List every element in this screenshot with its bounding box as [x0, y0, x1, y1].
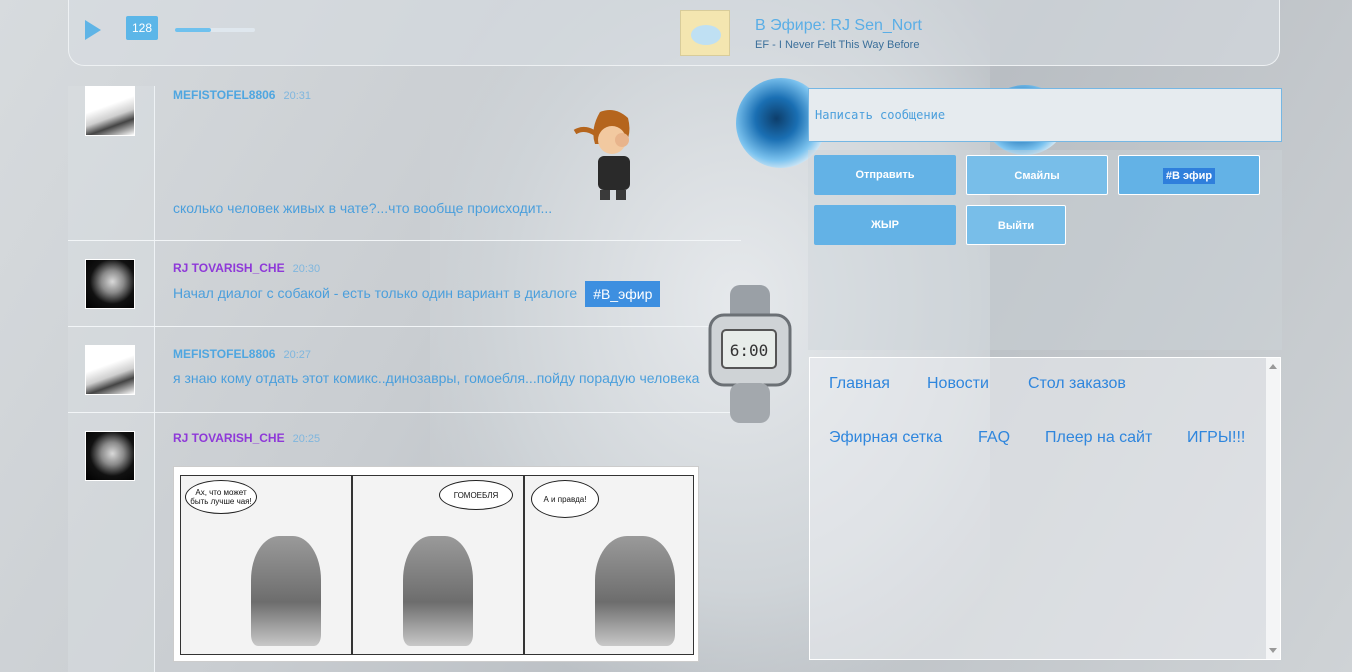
chat-message: RJ TOVARISH_CHE 20:30 Начал диалог с соба…: [68, 241, 741, 327]
wristwatch-artwork: 6:00: [708, 285, 792, 423]
send-button-label: Отправить: [855, 169, 915, 181]
dinosaur-comic-image[interactable]: Ах, что может быть лучше чая! ГОМОЕБЛЯ А…: [173, 466, 699, 662]
message-text: сколько человек живых в чате?...что вооб…: [173, 200, 553, 216]
smiles-button-label: Смайлы: [1014, 170, 1060, 182]
message-body: MEFISTOFEL8806 20:31 сколько человек живы…: [173, 86, 741, 216]
comic-bubble: А и правда!: [531, 480, 599, 518]
now-playing-track: EF - I Never Felt This Way Before: [755, 39, 920, 51]
zhyr-button[interactable]: ЖЫР: [814, 205, 956, 245]
message-compose-box: [808, 88, 1282, 142]
now-playing-title: В Эфире: RJ Sen_Nort: [755, 17, 922, 34]
message-nick[interactable]: RJ TOVARISH_CHE: [173, 261, 285, 275]
volume-slider-fill: [175, 28, 211, 32]
nav-link-home[interactable]: Главная: [829, 375, 890, 393]
message-time: 20:31: [283, 90, 312, 102]
smiles-button[interactable]: Смайлы: [966, 155, 1108, 195]
comic-panel: ГОМОЕБЛЯ: [352, 475, 524, 655]
avatar-cell: [68, 327, 155, 412]
avatar[interactable]: [85, 431, 135, 481]
message-nick[interactable]: RJ TOVARISH_CHE: [173, 431, 285, 445]
message-time: 20:25: [292, 433, 321, 445]
volume-slider[interactable]: [175, 28, 255, 32]
chat-message: MEFISTOFEL8806 20:31 сколько человек живы…: [68, 86, 741, 241]
message-nick[interactable]: MEFISTOFEL8806: [173, 347, 275, 361]
site-navigation: Главная Новости Стол заказов Эфирная сет…: [809, 357, 1281, 660]
chat-message: MEFISTOFEL8806 20:27 я знаю кому отдать э…: [68, 327, 741, 413]
zhyr-button-label: ЖЫР: [870, 219, 900, 231]
nav-link-orders[interactable]: Стол заказов: [1028, 375, 1126, 393]
chat-message-list: MEFISTOFEL8806 20:31 сколько человек живы…: [68, 86, 741, 672]
on-air-tag[interactable]: #В_эфир: [585, 281, 661, 307]
nav-link-games[interactable]: ИГРЫ!!!: [1187, 429, 1245, 447]
svg-text:6:00: 6:00: [730, 341, 769, 360]
logout-button-label: Выйти: [997, 220, 1035, 232]
message-time: 20:30: [292, 263, 321, 275]
scroll-down-icon[interactable]: [1269, 648, 1277, 653]
message-header: MEFISTOFEL8806 20:31: [173, 86, 741, 104]
message-header: RJ TOVARISH_CHE 20:30: [173, 259, 741, 277]
nav-link-news[interactable]: Новости: [927, 375, 989, 393]
album-cover: [680, 10, 730, 56]
avatar-cell: [68, 241, 155, 326]
nav-link-faq[interactable]: FAQ: [978, 429, 1010, 447]
play-icon[interactable]: [85, 20, 101, 40]
message-content: Начал диалог с собакой - есть только оди…: [173, 281, 741, 307]
scroll-up-icon[interactable]: [1269, 364, 1277, 369]
message-header: MEFISTOFEL8806 20:27: [173, 345, 741, 363]
message-input[interactable]: [809, 89, 1281, 141]
send-button[interactable]: Отправить: [814, 155, 956, 195]
message-body: RJ TOVARISH_CHE 20:30 Начал диалог с соба…: [173, 259, 741, 307]
comic-bubble: ГОМОЕБЛЯ: [439, 480, 513, 510]
avatar[interactable]: [85, 345, 135, 395]
logout-button[interactable]: Выйти: [966, 205, 1066, 245]
avatar-cell: [68, 413, 155, 672]
radio-player-bar: 128 В Эфире: RJ Sen_Nort EF - I Never Fe…: [68, 0, 1280, 66]
dinosaur-drawing: [595, 536, 675, 646]
comic-bubble: Ах, что может быть лучше чая!: [185, 480, 257, 514]
avatar[interactable]: [85, 86, 135, 136]
on-air-button[interactable]: #В эфир: [1118, 155, 1260, 195]
message-header: RJ TOVARISH_CHE 20:25: [173, 429, 741, 447]
volume-badge[interactable]: 128: [126, 16, 158, 40]
comic-panel: А и правда!: [524, 475, 694, 655]
cover-art-shape: [691, 25, 721, 45]
dinosaur-drawing: [403, 536, 473, 646]
nav-link-player-embed[interactable]: Плеер на сайт: [1045, 429, 1152, 447]
on-air-button-label: #В эфир: [1162, 168, 1216, 184]
message-text: я знаю кому отдать этот комикс..динозавр…: [173, 370, 700, 386]
chat-actions-panel: Отправить Смайлы #В эфир ЖЫР Выйти: [808, 150, 1282, 350]
message-text: Начал диалог с собакой - есть только оди…: [173, 285, 578, 302]
message-time: 20:27: [283, 349, 312, 361]
avatar[interactable]: [85, 259, 135, 309]
nav-scrollbar[interactable]: [1266, 358, 1280, 659]
message-nick[interactable]: MEFISTOFEL8806: [173, 88, 275, 102]
facepalm-sticker: [573, 110, 630, 200]
message-body: RJ TOVARISH_CHE 20:25: [173, 429, 741, 447]
nav-link-schedule[interactable]: Эфирная сетка: [829, 429, 942, 447]
comic-panel: Ах, что может быть лучше чая!: [180, 475, 352, 655]
message-body: MEFISTOFEL8806 20:27 я знаю кому отдать э…: [173, 345, 741, 386]
avatar-cell: [68, 86, 155, 240]
dinosaur-drawing: [251, 536, 321, 646]
